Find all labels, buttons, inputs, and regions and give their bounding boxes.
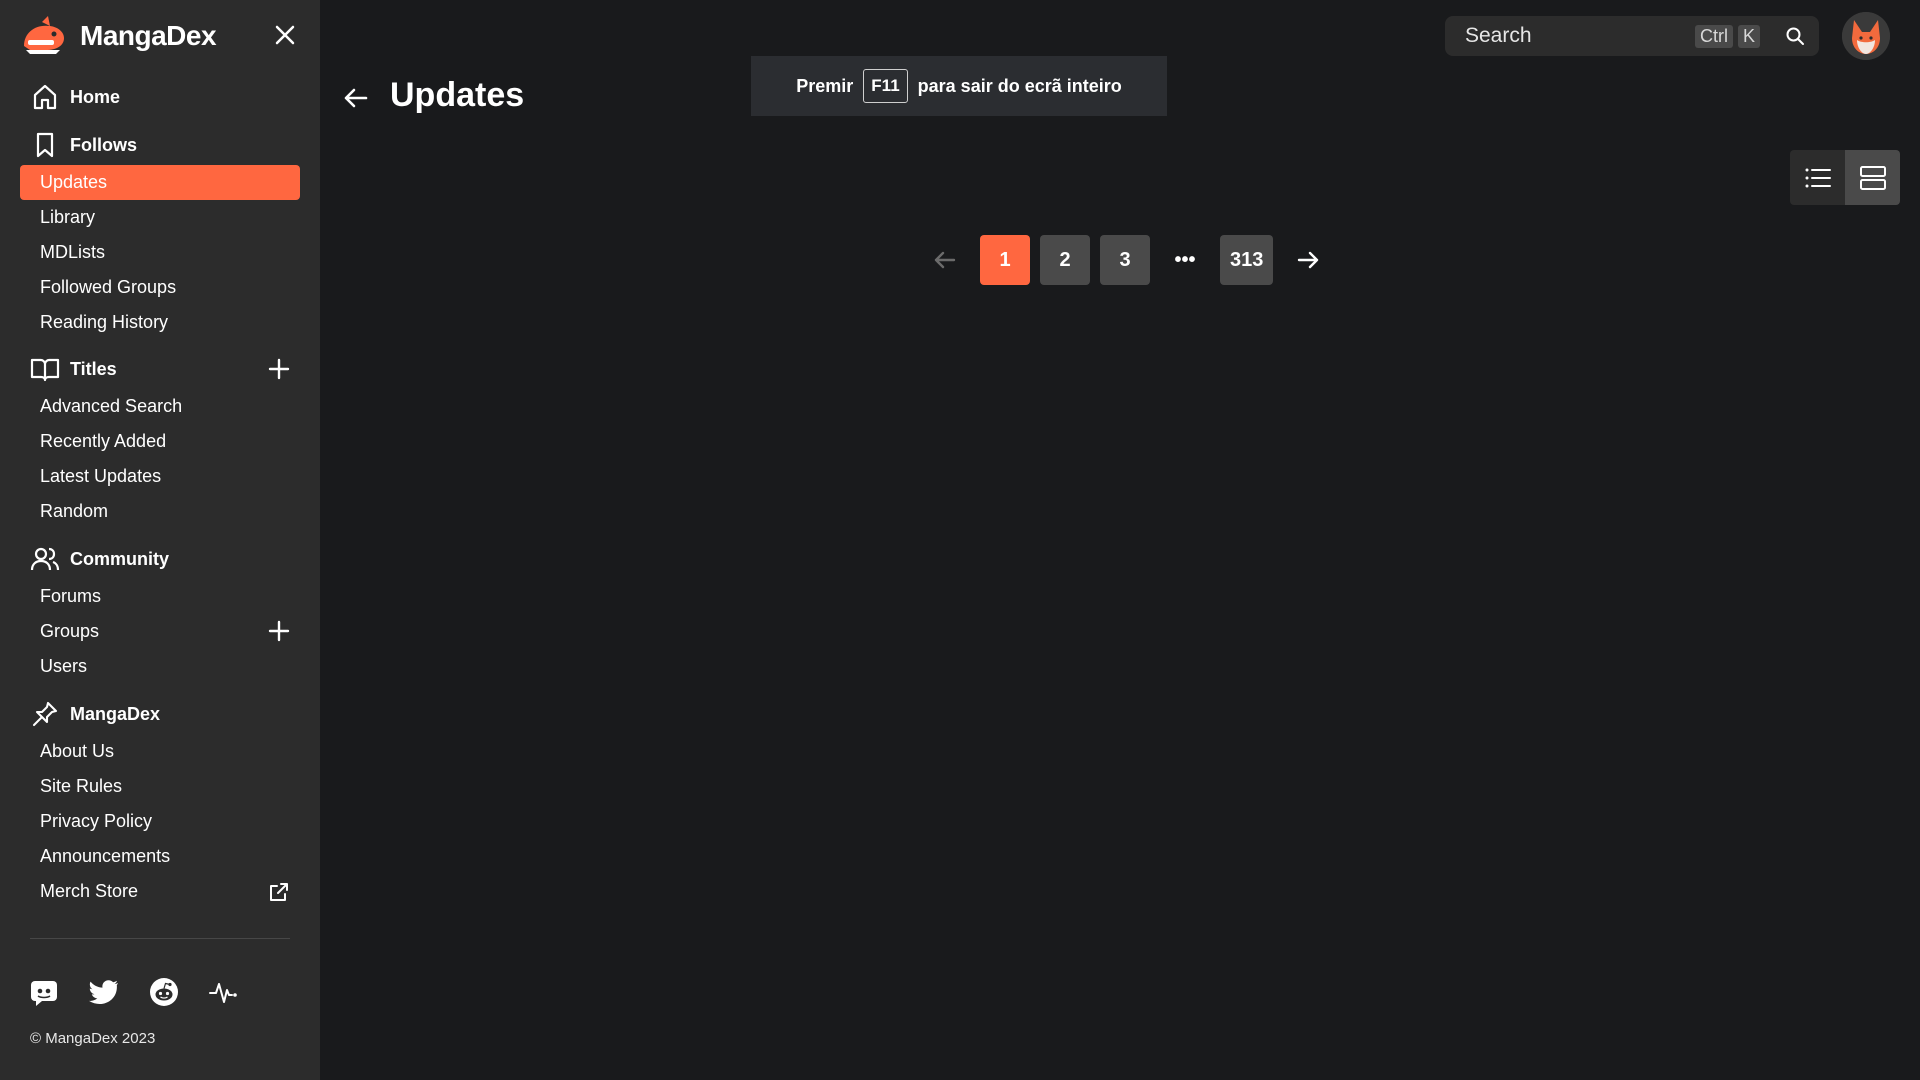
nav-community[interactable]: Community xyxy=(20,539,300,579)
status-icon[interactable] xyxy=(208,976,240,1008)
social-links xyxy=(28,976,240,1008)
back-arrow-icon[interactable] xyxy=(340,82,372,114)
pagination: 1 2 3 ••• 313 xyxy=(920,235,1343,285)
add-group-icon[interactable] xyxy=(264,616,294,646)
reddit-icon[interactable] xyxy=(148,976,180,1008)
sidebar-item-merch-store[interactable]: Merch Store xyxy=(20,874,300,909)
sidebar-divider xyxy=(30,938,290,939)
home-icon xyxy=(30,82,60,112)
discord-icon[interactable] xyxy=(28,976,60,1008)
sidebar-item-library[interactable]: Library xyxy=(20,200,300,235)
nav-home-label: Home xyxy=(70,86,121,107)
page-button-last[interactable]: 313 xyxy=(1220,235,1274,285)
page-title: Updates xyxy=(390,76,525,114)
nav-mangadex[interactable]: MangaDex xyxy=(20,694,300,734)
book-open-icon xyxy=(30,354,60,384)
copyright: © MangaDex 2023 xyxy=(30,1030,156,1047)
nav-follows-section: Follows Updates Library MDLists Followed… xyxy=(20,125,300,340)
nav-home[interactable]: Home xyxy=(20,77,300,117)
close-icon[interactable] xyxy=(270,20,300,50)
sidebar-item-recently-added[interactable]: Recently Added xyxy=(20,424,300,459)
page-button-2[interactable]: 2 xyxy=(1040,235,1090,285)
shortcut-k: K xyxy=(1738,24,1761,48)
nav-titles[interactable]: Titles xyxy=(20,349,300,389)
nav-community-label: Community xyxy=(70,548,169,569)
list-view-button[interactable] xyxy=(1790,150,1845,205)
pagination-ellipsis: ••• xyxy=(1174,248,1196,271)
sidebar-item-announcements[interactable]: Announcements xyxy=(20,839,300,874)
users-icon xyxy=(30,544,60,574)
sidebar-item-privacy-policy[interactable]: Privacy Policy xyxy=(20,804,300,839)
sidebar-item-forums[interactable]: Forums xyxy=(20,579,300,614)
list-view-icon xyxy=(1805,168,1831,187)
arrow-left-icon xyxy=(934,251,956,269)
search-input[interactable] xyxy=(1465,24,1695,48)
search-bar[interactable]: Ctrl K xyxy=(1445,16,1819,56)
sidebar-item-users[interactable]: Users xyxy=(20,649,300,684)
add-title-icon[interactable] xyxy=(264,354,294,384)
sidebar-item-reading-history[interactable]: Reading History xyxy=(20,305,300,340)
card-view-icon xyxy=(1859,165,1886,190)
brand-name: MangaDex xyxy=(80,20,217,51)
nav-community-section: Community Forums Groups Users xyxy=(20,539,300,684)
pin-icon xyxy=(30,699,60,729)
fullscreen-notice: Premir F11 para sair do ecrã inteiro xyxy=(751,56,1167,116)
page-button-1[interactable]: 1 xyxy=(980,235,1030,285)
search-icon[interactable] xyxy=(1785,26,1805,46)
sidebar-item-updates[interactable]: Updates xyxy=(20,165,300,200)
nav-titles-label: Titles xyxy=(70,358,117,379)
shortcut-ctrl: Ctrl xyxy=(1695,24,1733,48)
nav-follows-label: Follows xyxy=(70,134,137,155)
nav-mangadex-label: MangaDex xyxy=(70,703,161,724)
view-toggle xyxy=(1790,150,1900,205)
sidebar-item-advanced-search[interactable]: Advanced Search xyxy=(20,389,300,424)
twitter-icon[interactable] xyxy=(88,976,120,1008)
external-link-icon xyxy=(270,883,288,901)
sidebar-item-site-rules[interactable]: Site Rules xyxy=(20,769,300,804)
fullscreen-notice-before: Premir xyxy=(796,75,854,96)
prev-page-button[interactable] xyxy=(920,235,970,285)
nav-titles-section: Titles Advanced Search Recently Added La… xyxy=(20,349,300,529)
next-page-button[interactable] xyxy=(1283,235,1333,285)
sidebar-item-groups[interactable]: Groups xyxy=(20,614,300,649)
mangadex-logo-icon xyxy=(24,16,64,54)
fullscreen-key: F11 xyxy=(863,69,908,103)
sidebar-item-groups-label: Groups xyxy=(40,621,100,641)
nav-follows[interactable]: Follows xyxy=(20,125,300,165)
arrow-right-icon xyxy=(1298,251,1319,269)
nav-home-section: Home xyxy=(20,77,300,117)
sidebar: MangaDex Home Follows Updates Library MD… xyxy=(0,0,320,1080)
page-button-3[interactable]: 3 xyxy=(1100,235,1150,285)
nav-mangadex-section: MangaDex About Us Site Rules Privacy Pol… xyxy=(20,694,300,909)
sidebar-item-random[interactable]: Random xyxy=(20,494,300,529)
sidebar-item-merch-store-label: Merch Store xyxy=(40,881,139,901)
brand-logo[interactable]: MangaDex xyxy=(20,14,217,58)
card-view-button[interactable] xyxy=(1845,150,1900,205)
sidebar-item-latest-updates[interactable]: Latest Updates xyxy=(20,459,300,494)
sidebar-item-followed-groups[interactable]: Followed Groups xyxy=(20,270,300,305)
sidebar-item-about-us[interactable]: About Us xyxy=(20,734,300,769)
avatar[interactable] xyxy=(1842,12,1890,60)
bookmark-icon xyxy=(30,130,60,160)
fox-avatar-icon xyxy=(1842,12,1890,60)
sidebar-item-mdlists[interactable]: MDLists xyxy=(20,235,300,270)
fullscreen-notice-after: para sair do ecrã inteiro xyxy=(917,75,1122,96)
